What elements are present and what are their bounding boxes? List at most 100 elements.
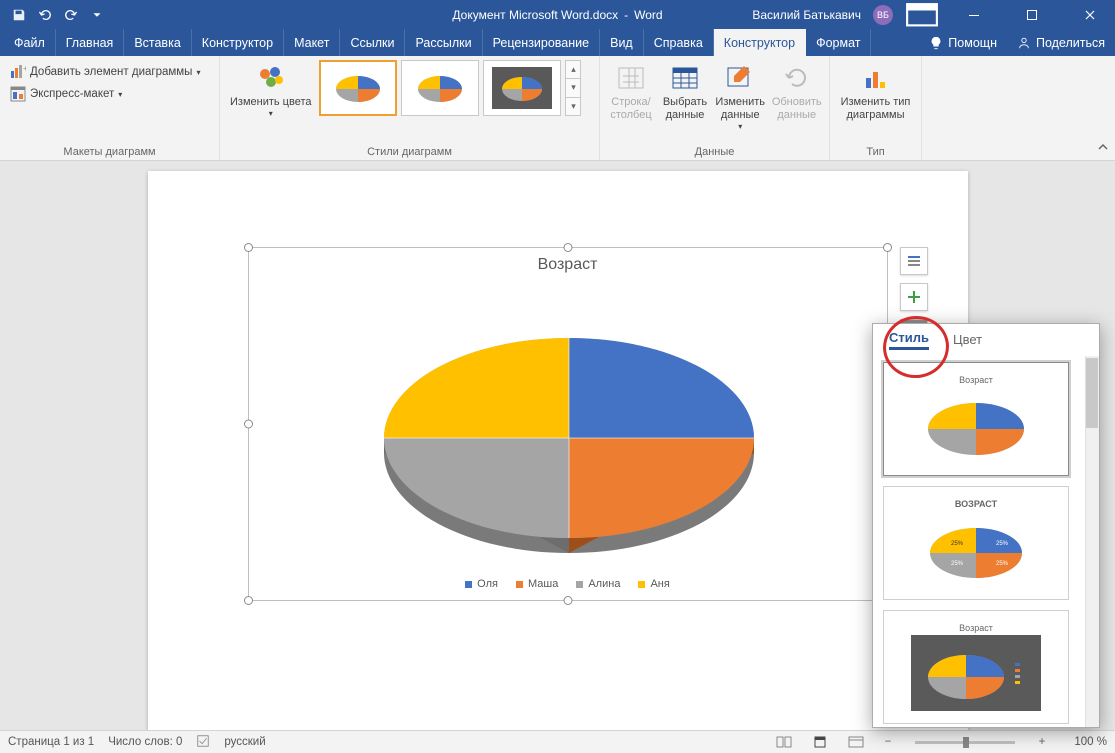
legend-item: Аня <box>638 578 669 590</box>
close-button[interactable] <box>1067 0 1113 29</box>
qat-dropdown-icon[interactable] <box>84 0 110 29</box>
flyout-style-list: Возраст ВОЗРАСТ 25%25%25%25% Возраст <box>873 356 1099 727</box>
legend-item: Оля <box>465 578 498 590</box>
refresh-icon <box>781 62 813 94</box>
edit-data-icon <box>724 62 756 94</box>
add-chart-element-button[interactable]: + Добавить элемент диаграммы▾ <box>6 62 204 82</box>
quick-layout-icon <box>10 86 26 102</box>
svg-text:25%: 25% <box>996 541 1009 547</box>
chart-type-icon <box>860 62 892 94</box>
zoom-level[interactable]: 100 % <box>1063 736 1107 748</box>
tab-chart-format[interactable]: Формат <box>806 29 871 56</box>
lightbulb-icon <box>929 36 943 50</box>
ribbon-display-options-button[interactable] <box>905 0 939 29</box>
zoom-out-button[interactable]: − <box>881 736 895 748</box>
maximize-button[interactable] <box>1009 0 1055 29</box>
resize-handle[interactable] <box>244 420 253 429</box>
quick-layout-button[interactable]: Экспресс-макет▾ <box>6 84 126 104</box>
zoom-slider[interactable] <box>915 741 1015 744</box>
collapse-ribbon-button[interactable] <box>1097 141 1109 156</box>
flyout-style-1[interactable]: Возраст <box>883 362 1069 476</box>
pie-chart <box>369 298 769 558</box>
redo-button[interactable] <box>58 0 84 29</box>
chart-style-flyout: Стиль Цвет Возраст ВОЗРАСТ 25%25%25%25% … <box>872 323 1100 728</box>
tab-home[interactable]: Главная <box>56 29 125 56</box>
gallery-more-icon[interactable]: ▾ <box>566 98 580 115</box>
tab-layout[interactable]: Макет <box>284 29 340 56</box>
tab-mailings[interactable]: Рассылки <box>405 29 482 56</box>
style-thumb-2[interactable] <box>401 60 479 116</box>
style-thumb-1[interactable] <box>319 60 397 116</box>
svg-text:25%: 25% <box>951 541 964 547</box>
share-icon <box>1017 36 1031 50</box>
share-button[interactable]: Поделиться <box>1007 29 1115 56</box>
status-bar: Страница 1 из 1 Число слов: 0 русский − … <box>0 730 1115 753</box>
refresh-data-button: Обновить данные <box>770 60 823 124</box>
resize-handle[interactable] <box>563 243 572 252</box>
edit-data-button[interactable]: Изменить данные▾ <box>714 60 766 134</box>
layout-icon <box>906 253 922 269</box>
chart-elements-button[interactable] <box>900 283 928 311</box>
quick-access-toolbar <box>0 0 110 29</box>
zoom-thumb[interactable] <box>963 737 969 748</box>
ribbon-tabs: Файл Главная Вставка Конструктор Макет С… <box>0 29 1115 56</box>
gallery-scroll: ▴ ▾ ▾ <box>565 60 581 116</box>
change-chart-type-button[interactable]: Изменить тип диаграммы <box>836 60 915 124</box>
tab-design[interactable]: Конструктор <box>192 29 284 56</box>
flyout-tab-color[interactable]: Цвет <box>953 332 982 349</box>
legend-item: Алина <box>576 578 620 590</box>
title-bar: Документ Microsoft Word.docx - Word Васи… <box>0 0 1115 29</box>
style-thumb-3[interactable] <box>483 60 561 116</box>
ribbon: + Добавить элемент диаграммы▾ Экспресс-м… <box>0 56 1115 161</box>
palette-icon <box>255 62 287 94</box>
word-count[interactable]: Число слов: 0 <box>108 736 182 748</box>
web-layout-button[interactable] <box>845 733 867 751</box>
tab-insert[interactable]: Вставка <box>124 29 191 56</box>
chart-styles-gallery: ▴ ▾ ▾ <box>319 60 581 116</box>
tab-file[interactable]: Файл <box>0 29 56 56</box>
select-data-button[interactable]: Выбрать данные <box>660 60 710 124</box>
document-title: Документ Microsoft Word.docx - Word <box>452 8 662 22</box>
tab-view[interactable]: Вид <box>600 29 644 56</box>
chart-layout-options-button[interactable] <box>900 247 928 275</box>
svg-text:25%: 25% <box>951 561 964 567</box>
user-name[interactable]: Василий Батькавич <box>752 8 861 22</box>
tell-me-button[interactable]: Помощн <box>919 29 1007 56</box>
user-avatar[interactable]: ВБ <box>873 5 893 25</box>
undo-button[interactable] <box>32 0 58 29</box>
change-colors-button[interactable]: Изменить цвета▾ <box>226 60 315 121</box>
group-label-type: Тип <box>836 144 915 158</box>
tab-review[interactable]: Рецензирование <box>483 29 601 56</box>
read-mode-button[interactable] <box>773 733 795 751</box>
tab-references[interactable]: Ссылки <box>340 29 405 56</box>
chart-object[interactable]: Возраст Оля <box>248 247 888 601</box>
svg-text:25%: 25% <box>996 561 1009 567</box>
language-indicator[interactable]: русский <box>224 736 265 748</box>
spellcheck-icon[interactable] <box>196 734 210 751</box>
page-indicator[interactable]: Страница 1 из 1 <box>8 736 94 748</box>
gallery-down-icon[interactable]: ▾ <box>566 79 580 97</box>
plus-icon <box>906 289 922 305</box>
resize-handle[interactable] <box>244 596 253 605</box>
print-layout-button[interactable] <box>809 733 831 751</box>
flyout-style-3[interactable]: Возраст <box>883 610 1069 724</box>
save-button[interactable] <box>6 0 32 29</box>
group-label-layouts: Макеты диаграмм <box>6 144 213 158</box>
minimize-button[interactable] <box>951 0 997 29</box>
flyout-tab-style[interactable]: Стиль <box>889 330 929 350</box>
resize-handle[interactable] <box>883 243 892 252</box>
scrollbar-thumb[interactable] <box>1086 358 1098 428</box>
select-data-icon <box>669 62 701 94</box>
tab-chart-design[interactable]: Конструктор <box>714 29 806 56</box>
chart-legend: Оля Маша Алина Аня <box>249 578 887 590</box>
group-label-data: Данные <box>606 144 823 158</box>
gallery-up-icon[interactable]: ▴ <box>566 61 580 79</box>
svg-text:+: + <box>23 64 26 73</box>
zoom-in-button[interactable]: + <box>1035 736 1049 748</box>
switch-row-column-button: Строка/ столбец <box>606 60 656 124</box>
resize-handle[interactable] <box>244 243 253 252</box>
flyout-scrollbar[interactable] <box>1085 356 1099 727</box>
tab-help[interactable]: Справка <box>644 29 714 56</box>
resize-handle[interactable] <box>563 596 572 605</box>
flyout-style-2[interactable]: ВОЗРАСТ 25%25%25%25% <box>883 486 1069 600</box>
